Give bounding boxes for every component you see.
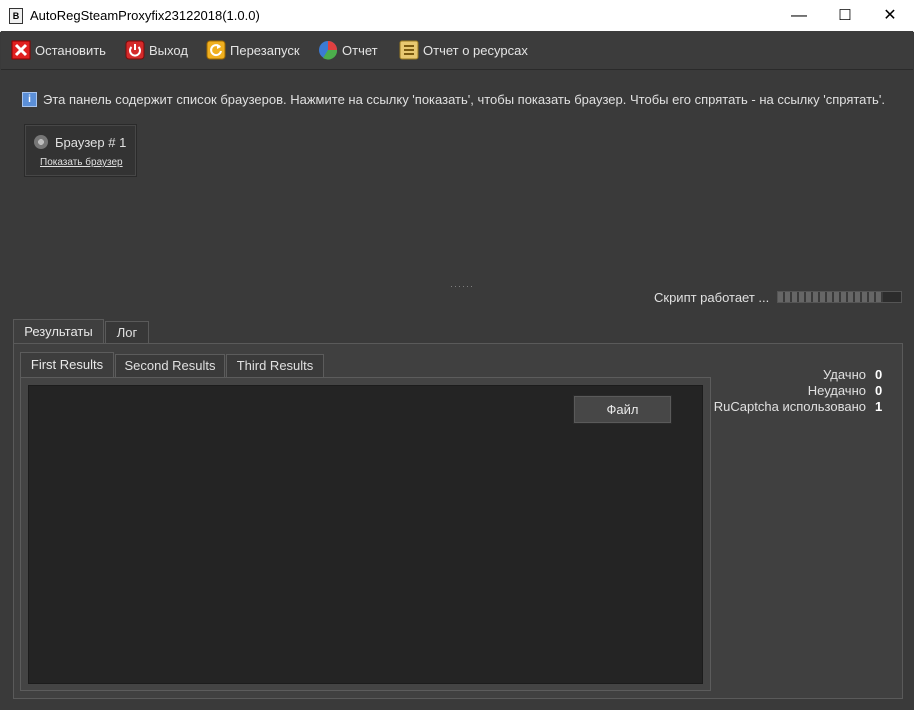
info-message: i Эта панель содержит список браузеров. … xyxy=(22,92,885,107)
splitter-handle[interactable]: ······ xyxy=(450,282,473,291)
close-button[interactable]: ✕ xyxy=(867,0,913,31)
pie-chart-icon xyxy=(319,41,338,60)
app-icon: B xyxy=(9,8,23,24)
tab-results[interactable]: Результаты xyxy=(13,319,104,344)
subtab-first-results[interactable]: First Results xyxy=(20,352,114,377)
stat-failed-label: Неудачно xyxy=(807,383,866,398)
info-icon: i xyxy=(22,92,37,107)
restart-label: Перезапуск xyxy=(230,42,300,58)
script-status: Скрипт работает ... xyxy=(654,290,770,305)
restart-button[interactable]: Перезапуск xyxy=(206,39,300,61)
exit-button[interactable]: Выход xyxy=(125,39,188,61)
stat-rucaptcha-value: 1 xyxy=(875,399,883,414)
stop-button[interactable]: Остановить xyxy=(11,39,106,61)
results-area xyxy=(28,385,703,684)
browser-name: Браузер # 1 xyxy=(55,135,127,150)
stop-label: Остановить xyxy=(35,42,106,58)
tab-log[interactable]: Лог xyxy=(105,321,149,344)
report-label: Отчет xyxy=(342,42,378,58)
minimize-button[interactable]: — xyxy=(776,0,822,31)
report-button[interactable]: Отчет xyxy=(318,39,378,61)
browser-icon xyxy=(34,135,48,149)
toolbar: Остановить Выход Перезапуск Отчет Отчет … xyxy=(1,31,913,70)
subtab-second-results[interactable]: Second Results xyxy=(115,354,225,377)
info-text: Эта панель содержит список браузеров. На… xyxy=(43,92,885,107)
stop-icon xyxy=(11,40,31,60)
stat-failed-value: 0 xyxy=(875,383,883,398)
stat-success-label: Удачно xyxy=(823,367,866,382)
maximize-button[interactable]: ☐ xyxy=(822,0,868,31)
progress-bar xyxy=(777,291,902,303)
file-button[interactable]: Файл xyxy=(573,395,672,424)
progress-fill xyxy=(778,292,883,302)
list-icon xyxy=(399,40,419,60)
stat-success-value: 0 xyxy=(875,367,883,382)
stat-failed: Неудачно 0 xyxy=(808,383,884,398)
title-bar: B AutoRegSteamProxyfix23122018(1.0.0) — … xyxy=(0,0,914,32)
power-icon xyxy=(125,40,145,60)
browser-card: Браузер # 1 Показать браузер xyxy=(24,124,137,177)
exit-label: Выход xyxy=(149,42,188,58)
resource-report-label: Отчет о ресурсах xyxy=(423,42,528,58)
window-title: AutoRegSteamProxyfix23122018(1.0.0) xyxy=(30,8,260,23)
stat-rucaptcha: RuCaptcha использовано 1 xyxy=(714,399,884,414)
resource-report-button[interactable]: Отчет о ресурсах xyxy=(399,39,528,61)
show-browser-link[interactable]: Показать браузер xyxy=(40,157,123,168)
subtab-third-results[interactable]: Third Results xyxy=(226,354,324,377)
stat-success: Удачно 0 xyxy=(823,367,884,382)
stat-rucaptcha-label: RuCaptcha использовано xyxy=(713,399,866,414)
refresh-icon xyxy=(206,40,226,60)
